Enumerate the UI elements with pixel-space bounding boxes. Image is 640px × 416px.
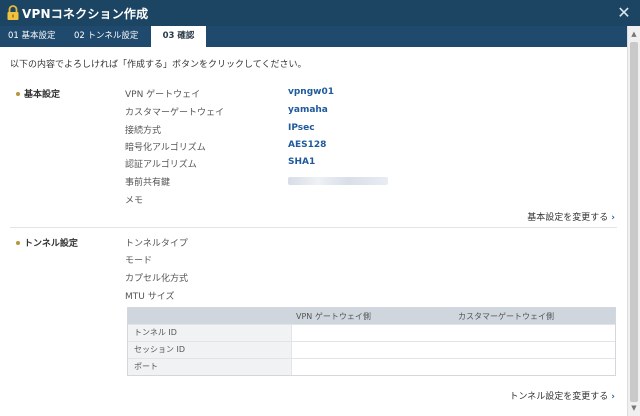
row-label-vpn-gateway: VPN ゲートウェイ: [125, 90, 201, 100]
row-value-vpn-gateway: vpngw01: [288, 87, 334, 97]
row-label-encapsulation: カプセル化方式: [125, 274, 189, 284]
dialog-title: VPNコネクション作成: [22, 7, 149, 21]
header-vpn-gateway-side: VPN ゲートウェイ側: [296, 312, 371, 321]
bullet-icon: [16, 240, 20, 245]
preshared-key-masked: [288, 177, 388, 185]
chevron-right-icon: ›: [611, 392, 615, 402]
row-label-session-id: セッション ID: [128, 342, 292, 358]
table-row: トンネル ID: [128, 324, 615, 341]
close-icon[interactable]: ✕: [614, 3, 634, 23]
change-basic-settings-link[interactable]: 基本設定を変更する ›: [527, 210, 615, 223]
chevron-right-icon: ›: [611, 213, 615, 223]
row-value-encryption: AES128: [288, 140, 327, 150]
row-label-mtu-size: MTU サイズ: [125, 292, 175, 302]
instruction-text: 以下の内容でよろしければ「作成する」ボタンをクリックしてください。: [10, 60, 307, 70]
scroll-down-icon[interactable]: ▼: [628, 402, 640, 414]
row-label-authentication: 認証アルゴリズム: [125, 160, 197, 170]
change-tunnel-settings-link[interactable]: トンネル設定を変更する ›: [509, 389, 615, 402]
bullet-icon: [16, 91, 20, 96]
row-label-memo: メモ: [125, 196, 144, 206]
tab-tunnel-settings[interactable]: 02 トンネル設定: [66, 26, 146, 47]
vpn-connection-dialog: VPNコネクション作成 ✕ 01 基本設定 02 トンネル設定 03 確認 以下…: [0, 0, 640, 416]
scrollbar-thumb[interactable]: [630, 42, 638, 402]
header-customer-gateway-side: カスタマーゲートウェイ側: [458, 312, 554, 321]
row-label-connection-type: 接続方式: [125, 126, 162, 136]
lock-icon: [7, 5, 19, 20]
table-header: VPN ゲートウェイ側 カスタマーゲートウェイ側: [128, 308, 615, 324]
row-label-encryption: 暗号化アルゴリズム: [125, 143, 206, 153]
step-tabs: 01 基本設定 02 トンネル設定 03 確認: [0, 26, 627, 48]
dialog-titlebar: VPNコネクション作成 ✕: [0, 0, 640, 26]
row-value-authentication: SHA1: [288, 157, 316, 167]
row-label-mode: モード: [125, 256, 153, 266]
section-divider: [10, 227, 617, 228]
row-label-customer-gateway: カスタマーゲートウェイ: [125, 108, 225, 118]
table-row: ポート: [128, 358, 615, 375]
tab-basic-settings[interactable]: 01 基本設定: [0, 26, 64, 47]
basic-section-label: 基本設定: [16, 87, 60, 100]
tunnel-detail-table: VPN ゲートウェイ側 カスタマーゲートウェイ側 トンネル ID セッション I…: [127, 307, 616, 376]
row-label-port: ポート: [128, 359, 292, 375]
row-label-tunnel-id: トンネル ID: [128, 325, 292, 341]
tab-confirm[interactable]: 03 確認: [151, 26, 206, 48]
vertical-scrollbar[interactable]: ▲ ▼: [627, 26, 640, 416]
confirm-panel: 以下の内容でよろしければ「作成する」ボタンをクリックしてください。 基本設定 V…: [0, 47, 627, 416]
row-value-customer-gateway: yamaha: [288, 105, 328, 115]
scroll-up-icon[interactable]: ▲: [628, 28, 640, 40]
tunnel-section-label: トンネル設定: [16, 236, 78, 249]
table-row: セッション ID: [128, 341, 615, 358]
row-label-tunnel-type: トンネルタイプ: [125, 239, 188, 249]
row-value-connection-type: IPsec: [288, 123, 315, 133]
row-label-preshared-key: 事前共有鍵: [125, 178, 171, 188]
